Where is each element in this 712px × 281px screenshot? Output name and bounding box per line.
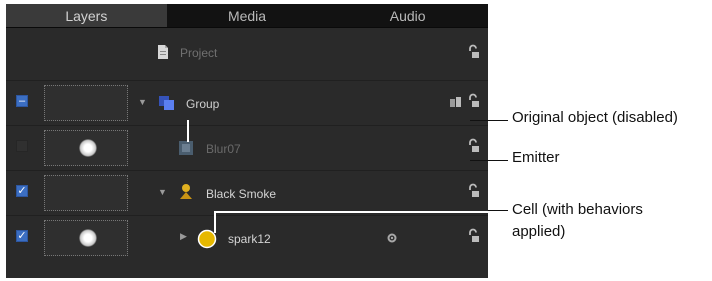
- layers-panel: Layers Media Audio Project – ▼ Group Blu…: [6, 4, 488, 278]
- layer-enable-checkbox[interactable]: –: [16, 95, 28, 107]
- tab-audio[interactable]: Audio: [327, 4, 488, 28]
- connector-line: [214, 211, 216, 233]
- layer-label-spark12: spark12: [228, 232, 271, 246]
- group-icon: [159, 96, 174, 110]
- tab-bar: Layers Media Audio: [6, 4, 488, 28]
- callout-line-original: [470, 120, 508, 121]
- cell-preview-image: [79, 229, 97, 247]
- layer-row-black-smoke[interactable]: ✓ ▼ Black Smoke: [6, 170, 488, 215]
- callout-line-emitter: [470, 160, 508, 161]
- tab-media[interactable]: Media: [166, 4, 328, 28]
- lock-icon[interactable]: [466, 93, 480, 109]
- callout-original-object: Original object (disabled): [512, 109, 678, 126]
- layer-thumbnail: [44, 85, 128, 121]
- callout-emitter: Emitter: [512, 149, 560, 166]
- layer-row-group[interactable]: – ▼ Group: [6, 80, 488, 125]
- layer-thumbnail: [44, 130, 128, 166]
- callout-cell: Cell (with behaviors applied): [512, 201, 643, 240]
- disclosure-open-icon[interactable]: ▼: [138, 97, 147, 107]
- layer-label-group: Group: [186, 97, 220, 111]
- layer-thumbnail: [44, 175, 128, 211]
- lock-icon[interactable]: [466, 183, 480, 199]
- connector-line: [214, 211, 488, 213]
- layer-thumbnail: [44, 220, 128, 256]
- emitter-active-icon: [180, 184, 192, 199]
- layer-row-spark12[interactable]: ✓ ▶ spark12: [6, 215, 488, 260]
- disclosure-closed-icon[interactable]: ▶: [180, 231, 187, 242]
- disclosure-open-icon[interactable]: ▼: [158, 187, 167, 197]
- lock-icon[interactable]: [466, 228, 480, 244]
- layer-row-blur07[interactable]: Blur07: [6, 125, 488, 170]
- layer-label-black-smoke: Black Smoke: [206, 187, 277, 201]
- layer-label-project: Project: [180, 46, 218, 60]
- emitter-preview-image: [79, 139, 97, 157]
- layer-stack-icon: [450, 97, 461, 107]
- layer-enable-checkbox[interactable]: ✓: [16, 185, 28, 197]
- layer-enable-checkbox[interactable]: ✓: [16, 230, 28, 242]
- lock-icon[interactable]: [466, 44, 480, 60]
- behavior-gear-icon: [387, 233, 397, 243]
- tab-layers[interactable]: Layers: [6, 4, 167, 28]
- callout-line-cell: [488, 210, 508, 211]
- layer-label-blur07: Blur07: [206, 142, 241, 156]
- connector-line: [187, 120, 189, 142]
- project-icon: [158, 45, 168, 59]
- layer-enable-checkbox[interactable]: [16, 140, 28, 152]
- lock-icon[interactable]: [466, 138, 480, 154]
- emitter-icon: [179, 141, 193, 155]
- layer-row-project[interactable]: Project: [6, 32, 488, 76]
